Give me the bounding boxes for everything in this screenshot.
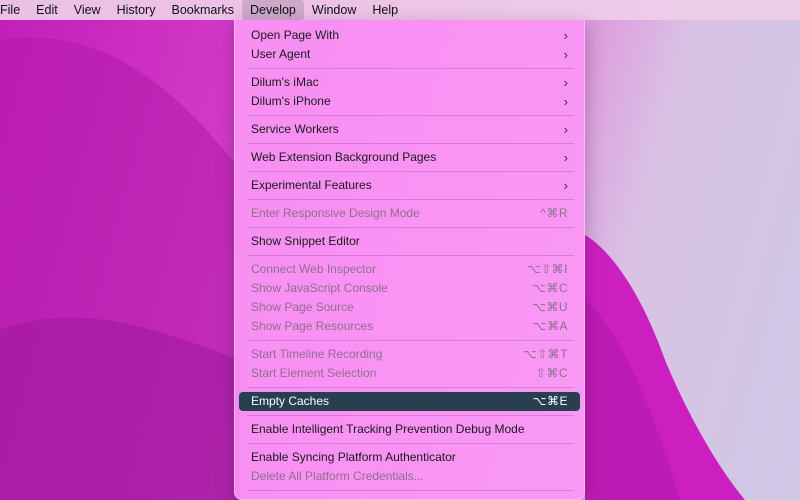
chevron-right-icon: ›	[563, 28, 568, 43]
menubar-bookmarks[interactable]: Bookmarks	[163, 0, 242, 20]
menu-item-connect-web-inspector[interactable]: Connect Web Inspector ⌥⇧⌘I	[239, 260, 580, 279]
menubar-history[interactable]: History	[109, 0, 164, 20]
menu-item-shortcut: ⌥⌘E	[532, 394, 568, 408]
menubar-help[interactable]: Help	[364, 0, 406, 20]
menu-item-enable-itp-debug-mode[interactable]: Enable Intelligent Tracking Prevention D…	[239, 420, 580, 439]
menu-item-label: Dilum's iMac	[251, 75, 319, 89]
chevron-right-icon: ›	[563, 122, 568, 137]
menu-item-shortcut: ^⌘R	[540, 206, 568, 220]
menu-separator	[247, 227, 574, 228]
menu-separator	[247, 68, 574, 69]
menu-separator	[247, 415, 574, 416]
menu-item-label: Start Timeline Recording	[251, 347, 383, 361]
chevron-right-icon: ›	[563, 150, 568, 165]
menu-item-label: Enable Syncing Platform Authenticator	[251, 450, 456, 464]
menu-item-label: Empty Caches	[251, 394, 330, 408]
menu-item-show-page-source[interactable]: Show Page Source ⌥⌘U	[239, 298, 580, 317]
menu-separator	[247, 143, 574, 144]
menu-item-show-snippet-editor[interactable]: Show Snippet Editor	[239, 232, 580, 251]
menubar-file[interactable]: File	[0, 0, 28, 20]
menu-item-label: Show Snippet Editor	[251, 234, 360, 248]
menu-item-empty-caches[interactable]: Empty Caches ⌥⌘E	[239, 392, 580, 411]
menu-item-experimental-features[interactable]: Experimental Features ›	[239, 176, 580, 195]
menubar-develop[interactable]: Develop	[242, 0, 304, 20]
menu-item-show-javascript-console[interactable]: Show JavaScript Console ⌥⌘C	[239, 279, 580, 298]
menu-item-label: Dilum's iPhone	[251, 94, 331, 108]
menu-item-start-element-selection[interactable]: Start Element Selection ⇧⌘C	[239, 364, 580, 383]
menu-item-label: Enable Intelligent Tracking Prevention D…	[251, 422, 525, 436]
menu-item-enter-responsive-design-mode[interactable]: Enter Responsive Design Mode ^⌘R	[239, 204, 580, 223]
menu-separator	[247, 443, 574, 444]
develop-menu: Open Page With › User Agent › Dilum's iM…	[234, 20, 585, 500]
menu-item-label: Experimental Features	[251, 178, 372, 192]
menu-separator	[247, 171, 574, 172]
menu-item-label: Service Workers	[251, 122, 339, 136]
menubar-window[interactable]: Window	[304, 0, 364, 20]
chevron-right-icon: ›	[563, 47, 568, 62]
chevron-right-icon: ›	[563, 178, 568, 193]
menu-item-label: Connect Web Inspector	[251, 262, 377, 276]
menu-separator	[247, 199, 574, 200]
menu-item-show-page-resources[interactable]: Show Page Resources ⌥⌘A	[239, 317, 580, 336]
menu-item-label: User Agent	[251, 47, 311, 61]
menu-item-web-extension-background-pages[interactable]: Web Extension Background Pages ›	[239, 148, 580, 167]
menu-item-label: Enter Responsive Design Mode	[251, 206, 420, 220]
menu-item-shortcut: ⌥⌘A	[532, 319, 568, 333]
menu-separator	[247, 340, 574, 341]
menu-item-service-workers[interactable]: Service Workers ›	[239, 120, 580, 139]
menu-item-enable-syncing-platform-authenticator[interactable]: Enable Syncing Platform Authenticator	[239, 448, 580, 467]
menubar-edit[interactable]: Edit	[28, 0, 66, 20]
menu-item-label: Show Page Source	[251, 300, 354, 314]
menu-item-label: Show Page Resources	[251, 319, 374, 333]
menu-item-dilums-iphone[interactable]: Dilum's iPhone ›	[239, 92, 580, 111]
menu-item-label: Open Page With	[251, 28, 340, 42]
menu-item-shortcut: ⌥⌘C	[532, 281, 568, 295]
menu-item-label: Show JavaScript Console	[251, 281, 388, 295]
menu-item-dilums-imac[interactable]: Dilum's iMac ›	[239, 73, 580, 92]
menu-bar: File Edit View History Bookmarks Develop…	[0, 0, 800, 20]
menu-item-shortcut: ⌥⇧⌘T	[522, 347, 568, 361]
menu-item-start-timeline-recording[interactable]: Start Timeline Recording ⌥⇧⌘T	[239, 345, 580, 364]
chevron-right-icon: ›	[563, 75, 568, 90]
menubar-view[interactable]: View	[66, 0, 109, 20]
menu-item-open-page-with[interactable]: Open Page With ›	[239, 26, 580, 45]
menu-item-shortcut: ⇧⌘C	[535, 366, 568, 380]
menu-separator	[247, 115, 574, 116]
menu-item-user-agent[interactable]: User Agent ›	[239, 45, 580, 64]
menu-separator	[247, 255, 574, 256]
menu-item-label: Start Element Selection	[251, 366, 377, 380]
menu-item-label: Web Extension Background Pages	[251, 150, 437, 164]
menu-separator	[247, 387, 574, 388]
menu-item-delete-all-platform-credentials[interactable]: Delete All Platform Credentials...	[239, 467, 580, 486]
menu-separator	[247, 490, 574, 491]
chevron-right-icon: ›	[563, 94, 568, 109]
menu-item-shortcut: ⌥⌘U	[532, 300, 568, 314]
menu-item-shortcut: ⌥⇧⌘I	[526, 262, 568, 276]
menu-item-label: Delete All Platform Credentials...	[251, 469, 424, 483]
